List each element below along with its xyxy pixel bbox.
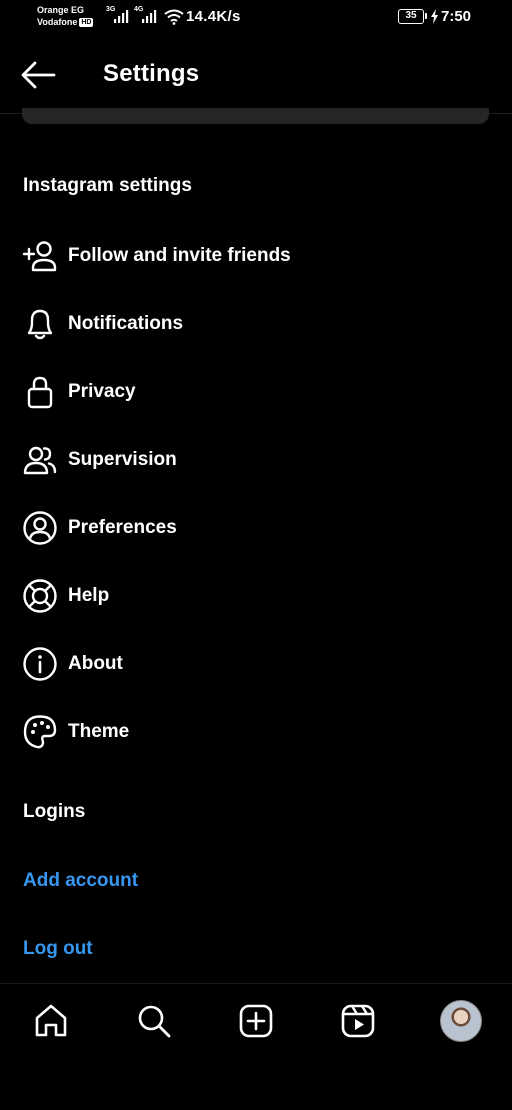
battery-icon: 35	[398, 9, 424, 24]
menu-item-preferences[interactable]: Preferences	[0, 498, 512, 558]
section-title-logins: Logins	[23, 801, 86, 822]
status-bar: Orange EG Vodafone HD 3G 4G 14.4K/s 35 7…	[0, 0, 512, 36]
sim1-network: 3G	[106, 6, 116, 13]
add-person-icon	[22, 238, 58, 274]
charging-icon	[431, 9, 438, 24]
user-circle-icon	[22, 510, 58, 546]
menu-label: Preferences	[68, 517, 177, 538]
carrier-info: Orange EG Vodafone HD	[37, 4, 94, 28]
add-account-link[interactable]: Add account	[23, 870, 138, 892]
volte-badge: HD	[79, 18, 94, 28]
palette-icon	[22, 714, 58, 750]
carrier-2: Vodafone	[37, 17, 78, 27]
bell-icon	[22, 306, 58, 342]
header: Settings	[0, 36, 512, 114]
menu-label: Help	[68, 585, 110, 606]
nav-home[interactable]	[31, 1001, 71, 1041]
nav-reels[interactable]	[338, 1001, 378, 1041]
menu-label: Supervision	[68, 449, 177, 470]
menu-item-about[interactable]: About	[0, 634, 512, 694]
bottom-nav	[0, 983, 512, 1110]
lock-icon	[22, 374, 58, 410]
menu-label: Follow and invite friends	[68, 245, 291, 266]
battery-tip	[425, 13, 427, 19]
menu-item-notifications[interactable]: Notifications	[0, 294, 512, 354]
profile-avatar[interactable]	[440, 1000, 482, 1042]
menu-item-supervision[interactable]: Supervision	[0, 430, 512, 490]
menu-label: Notifications	[68, 313, 184, 334]
lifebuoy-icon	[22, 578, 58, 614]
signal-icon-sim1: 3G	[106, 6, 136, 24]
home-icon	[35, 1004, 67, 1037]
menu-item-privacy[interactable]: Privacy	[0, 362, 512, 422]
arrow-left-icon	[21, 61, 56, 89]
nav-create[interactable]	[236, 1001, 276, 1041]
menu-label: About	[68, 653, 123, 674]
page-title: Settings	[103, 60, 200, 87]
search-icon	[138, 1005, 171, 1038]
signal-icon-sim2: 4G	[134, 6, 164, 24]
menu-item-follow-invite[interactable]: Follow and invite friends	[0, 226, 512, 286]
log-out-link[interactable]: Log out	[23, 938, 93, 960]
create-icon	[239, 1004, 273, 1038]
wifi-icon	[164, 9, 184, 25]
menu-item-theme[interactable]: Theme	[0, 702, 512, 762]
nav-search[interactable]	[134, 1001, 174, 1041]
reels-icon	[341, 1004, 375, 1038]
menu-label: Theme	[68, 721, 130, 742]
menu-item-help[interactable]: Help	[0, 566, 512, 626]
carrier-1: Orange EG	[37, 5, 85, 15]
people-icon	[22, 442, 58, 478]
section-title-instagram-settings: Instagram settings	[23, 175, 192, 196]
back-button[interactable]	[20, 58, 60, 92]
sim2-network: 4G	[134, 6, 144, 13]
clock: 7:50	[441, 8, 472, 25]
info-icon	[22, 646, 58, 682]
network-speed: 14.4K/s	[186, 8, 241, 25]
search-bar-edge	[22, 108, 489, 124]
menu-label: Privacy	[68, 381, 136, 402]
